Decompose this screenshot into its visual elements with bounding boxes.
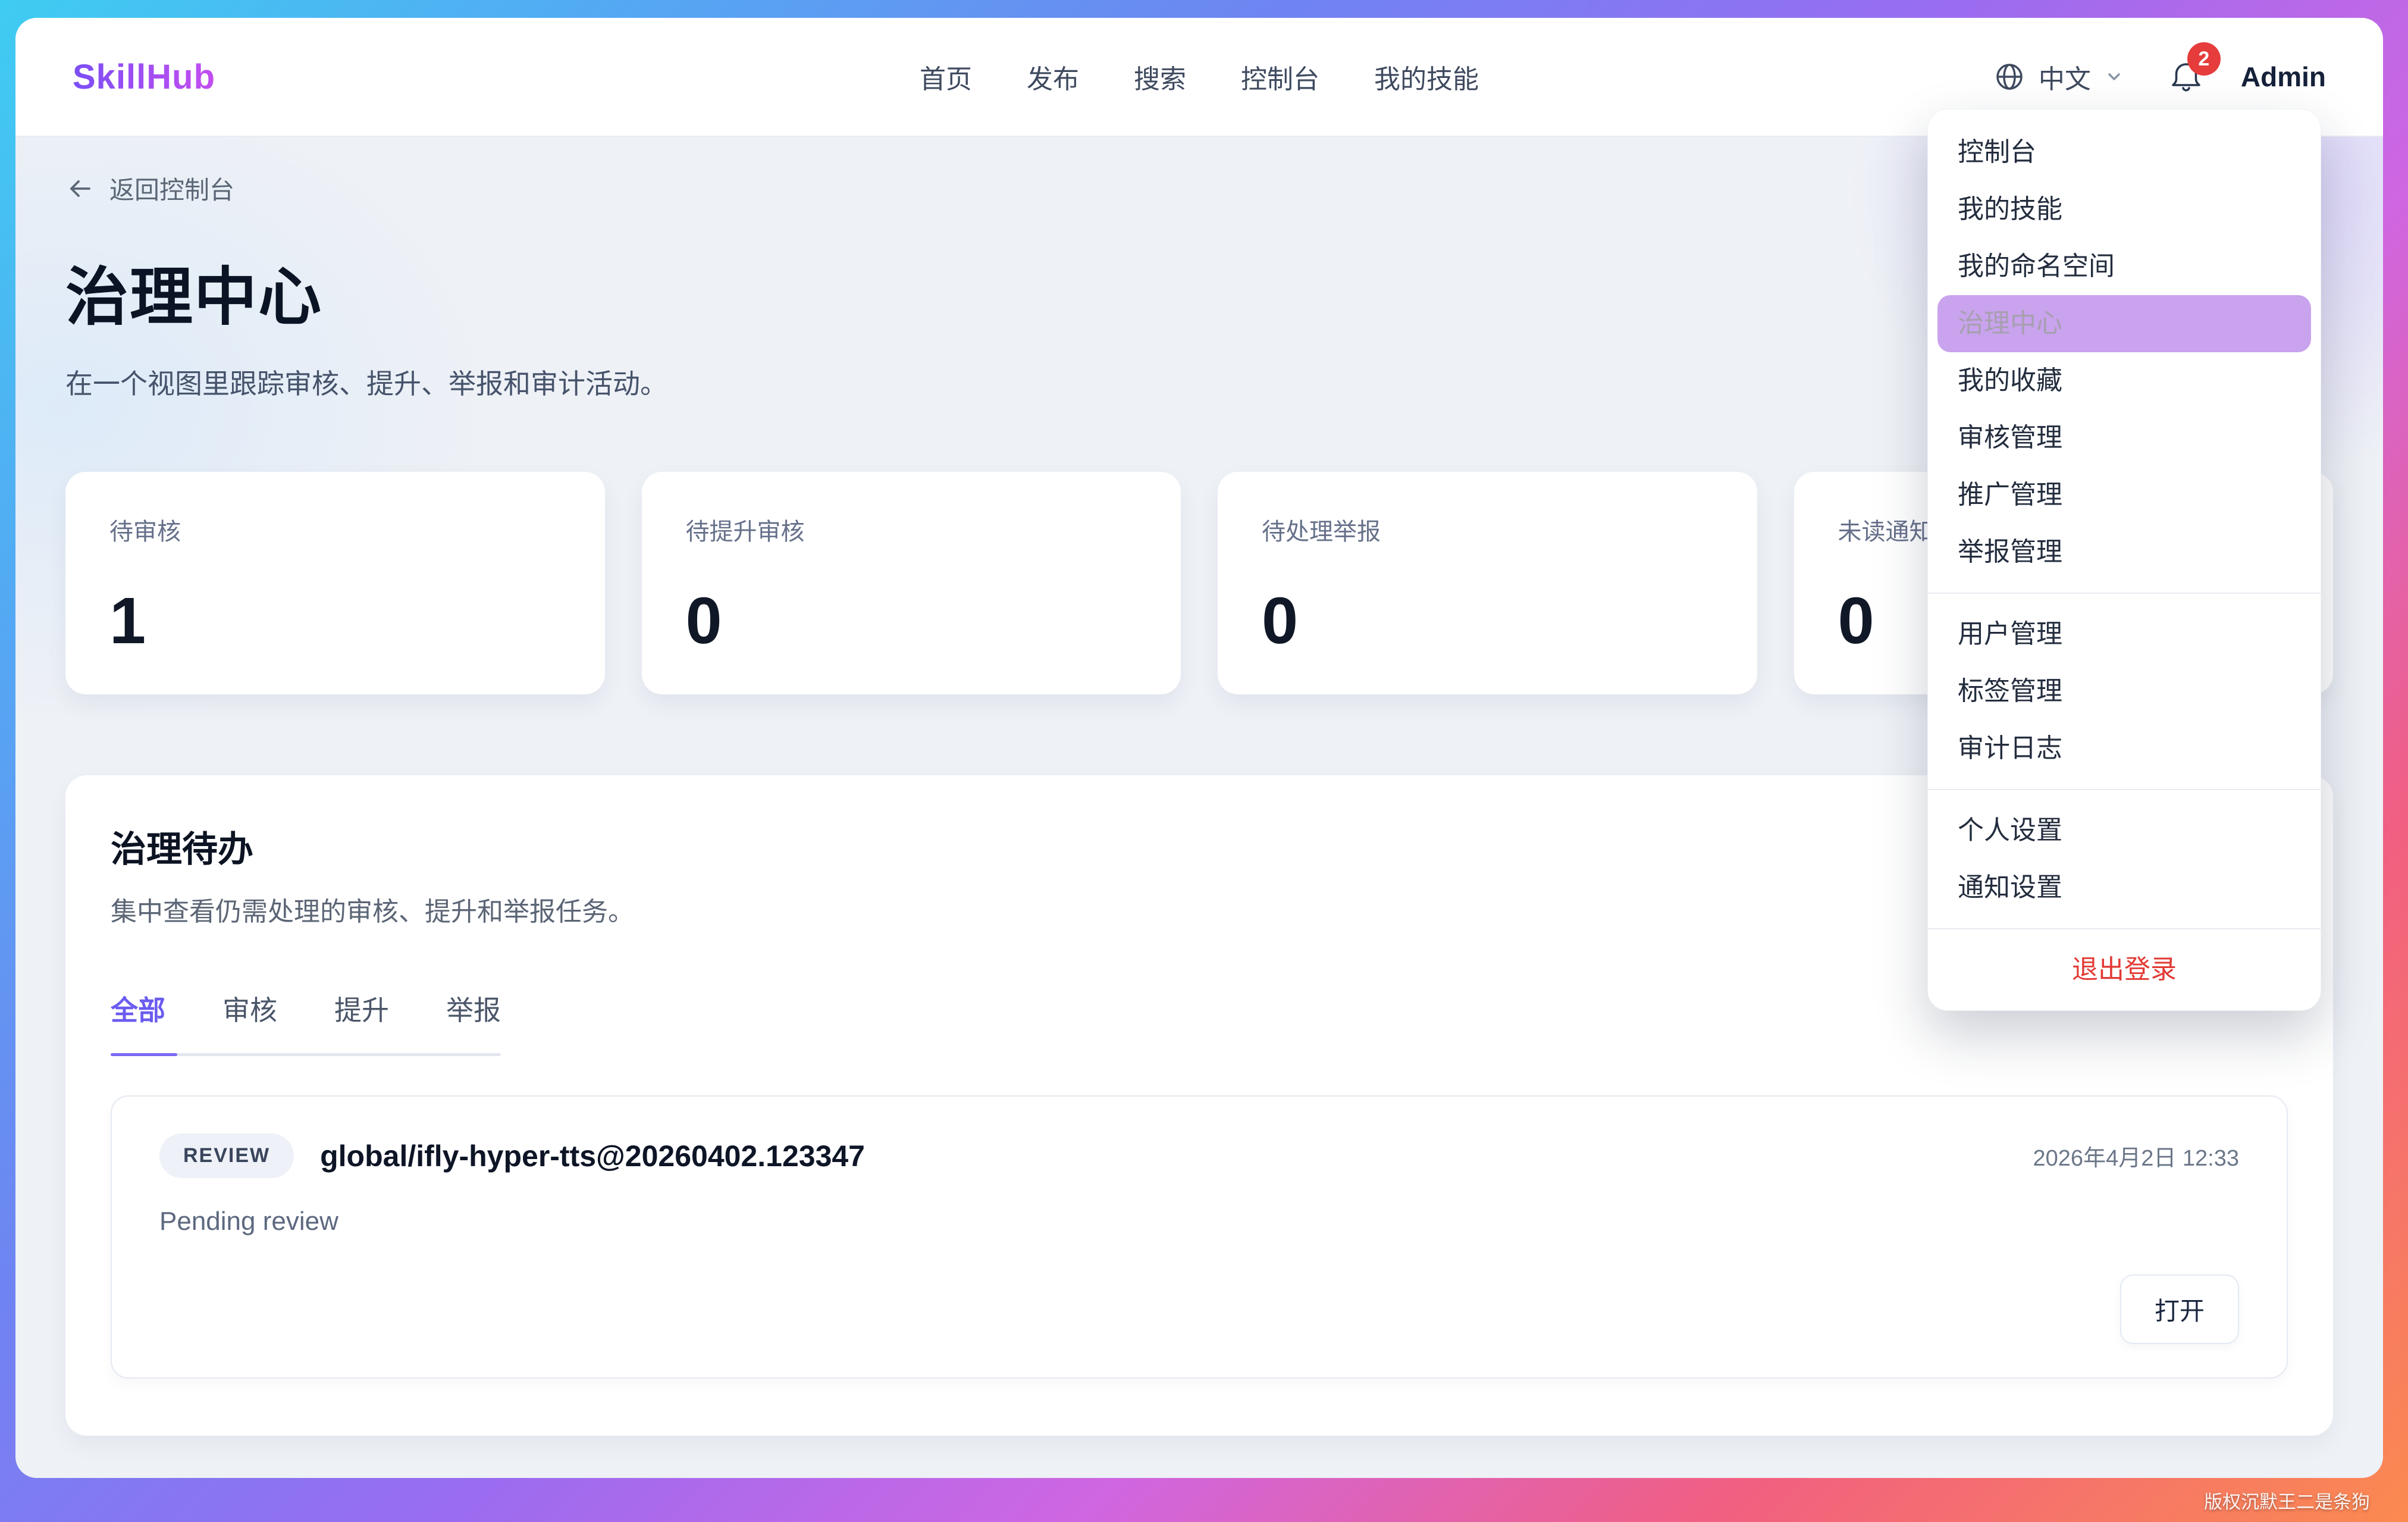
header-right: 中文 2 Admin	[1993, 58, 2326, 96]
stat-value: 0	[1262, 588, 1713, 654]
globe-icon	[1993, 61, 2026, 93]
review-type-badge: REVIEW	[159, 1133, 294, 1178]
stat-value: 0	[686, 588, 1137, 654]
menu-item-my-favorites[interactable]: 我的收藏	[1928, 352, 2321, 409]
stat-card-pending-promotion: 待提升审核 0	[642, 472, 1181, 694]
menu-item-console[interactable]: 控制台	[1928, 124, 2321, 181]
review-item-timestamp: 2026年4月2日 12:33	[2033, 1139, 2239, 1172]
back-to-console-link[interactable]: 返回控制台	[65, 170, 234, 206]
user-menu-button[interactable]: Admin	[2241, 61, 2326, 93]
stat-card-pending-reports: 待处理举报 0	[1218, 472, 1757, 694]
stat-value: 1	[109, 588, 561, 654]
tab-active-indicator	[111, 1053, 177, 1056]
stat-card-pending-review: 待审核 1	[65, 472, 605, 694]
menu-item-my-namespace[interactable]: 我的命名空间	[1928, 238, 2321, 295]
chevron-down-icon	[2104, 67, 2124, 87]
notifications-button[interactable]: 2	[2169, 60, 2203, 93]
menu-item-audit-log[interactable]: 审计日志	[1928, 720, 2321, 777]
language-label: 中文	[2039, 58, 2091, 96]
nav-item-search[interactable]: 搜索	[1134, 58, 1186, 96]
back-link-label: 返回控制台	[109, 170, 234, 206]
arrow-left-icon	[65, 174, 94, 203]
open-button[interactable]: 打开	[2120, 1274, 2239, 1344]
nav-item-my-skills[interactable]: 我的技能	[1374, 58, 1479, 96]
tab-all[interactable]: 全部	[111, 989, 165, 1028]
menu-divider	[1928, 593, 2321, 594]
user-dropdown-menu: 控制台 我的技能 我的命名空间 治理中心 我的收藏 审核管理 推广管理 举报管理…	[1927, 109, 2321, 1011]
menu-item-review-management[interactable]: 审核管理	[1928, 409, 2321, 466]
menu-item-notification-settings[interactable]: 通知设置	[1928, 859, 2321, 916]
menu-item-tag-management[interactable]: 标签管理	[1928, 663, 2321, 720]
stat-label: 待审核	[109, 512, 561, 547]
nav-item-console[interactable]: 控制台	[1241, 58, 1319, 96]
menu-item-user-management[interactable]: 用户管理	[1928, 606, 2321, 663]
main-nav: 首页 发布 搜索 控制台 我的技能	[920, 58, 1479, 96]
copyright-watermark: 版权沉默王二是条狗	[2204, 1487, 2370, 1514]
tab-underline-track	[111, 1053, 501, 1056]
menu-item-my-skills[interactable]: 我的技能	[1928, 181, 2321, 238]
tab-promotion[interactable]: 提升	[334, 989, 389, 1028]
notification-badge: 2	[2187, 42, 2221, 76]
language-selector[interactable]: 中文	[1993, 58, 2124, 96]
app-logo[interactable]: SkillHub	[73, 57, 215, 97]
menu-item-logout[interactable]: 退出登录	[1928, 941, 2321, 998]
nav-item-home[interactable]: 首页	[920, 58, 972, 96]
review-item-title: global/ifly-hyper-tts@20260402.123347	[320, 1139, 865, 1173]
menu-divider	[1928, 928, 2321, 929]
stat-label: 待处理举报	[1262, 512, 1713, 547]
menu-item-personal-settings[interactable]: 个人设置	[1928, 802, 2321, 859]
stat-label: 待提升审核	[686, 512, 1137, 547]
menu-item-report-management[interactable]: 举报管理	[1928, 524, 2321, 581]
nav-item-publish[interactable]: 发布	[1027, 58, 1079, 96]
menu-item-governance-center[interactable]: 治理中心	[1937, 295, 2311, 352]
tab-review[interactable]: 审核	[222, 989, 277, 1028]
review-list-item[interactable]: REVIEW global/ifly-hyper-tts@20260402.12…	[111, 1095, 2288, 1379]
menu-divider	[1928, 789, 2321, 790]
tab-report[interactable]: 举报	[446, 989, 501, 1028]
review-item-status: Pending review	[159, 1207, 2239, 1236]
menu-item-promotion-management[interactable]: 推广管理	[1928, 466, 2321, 524]
